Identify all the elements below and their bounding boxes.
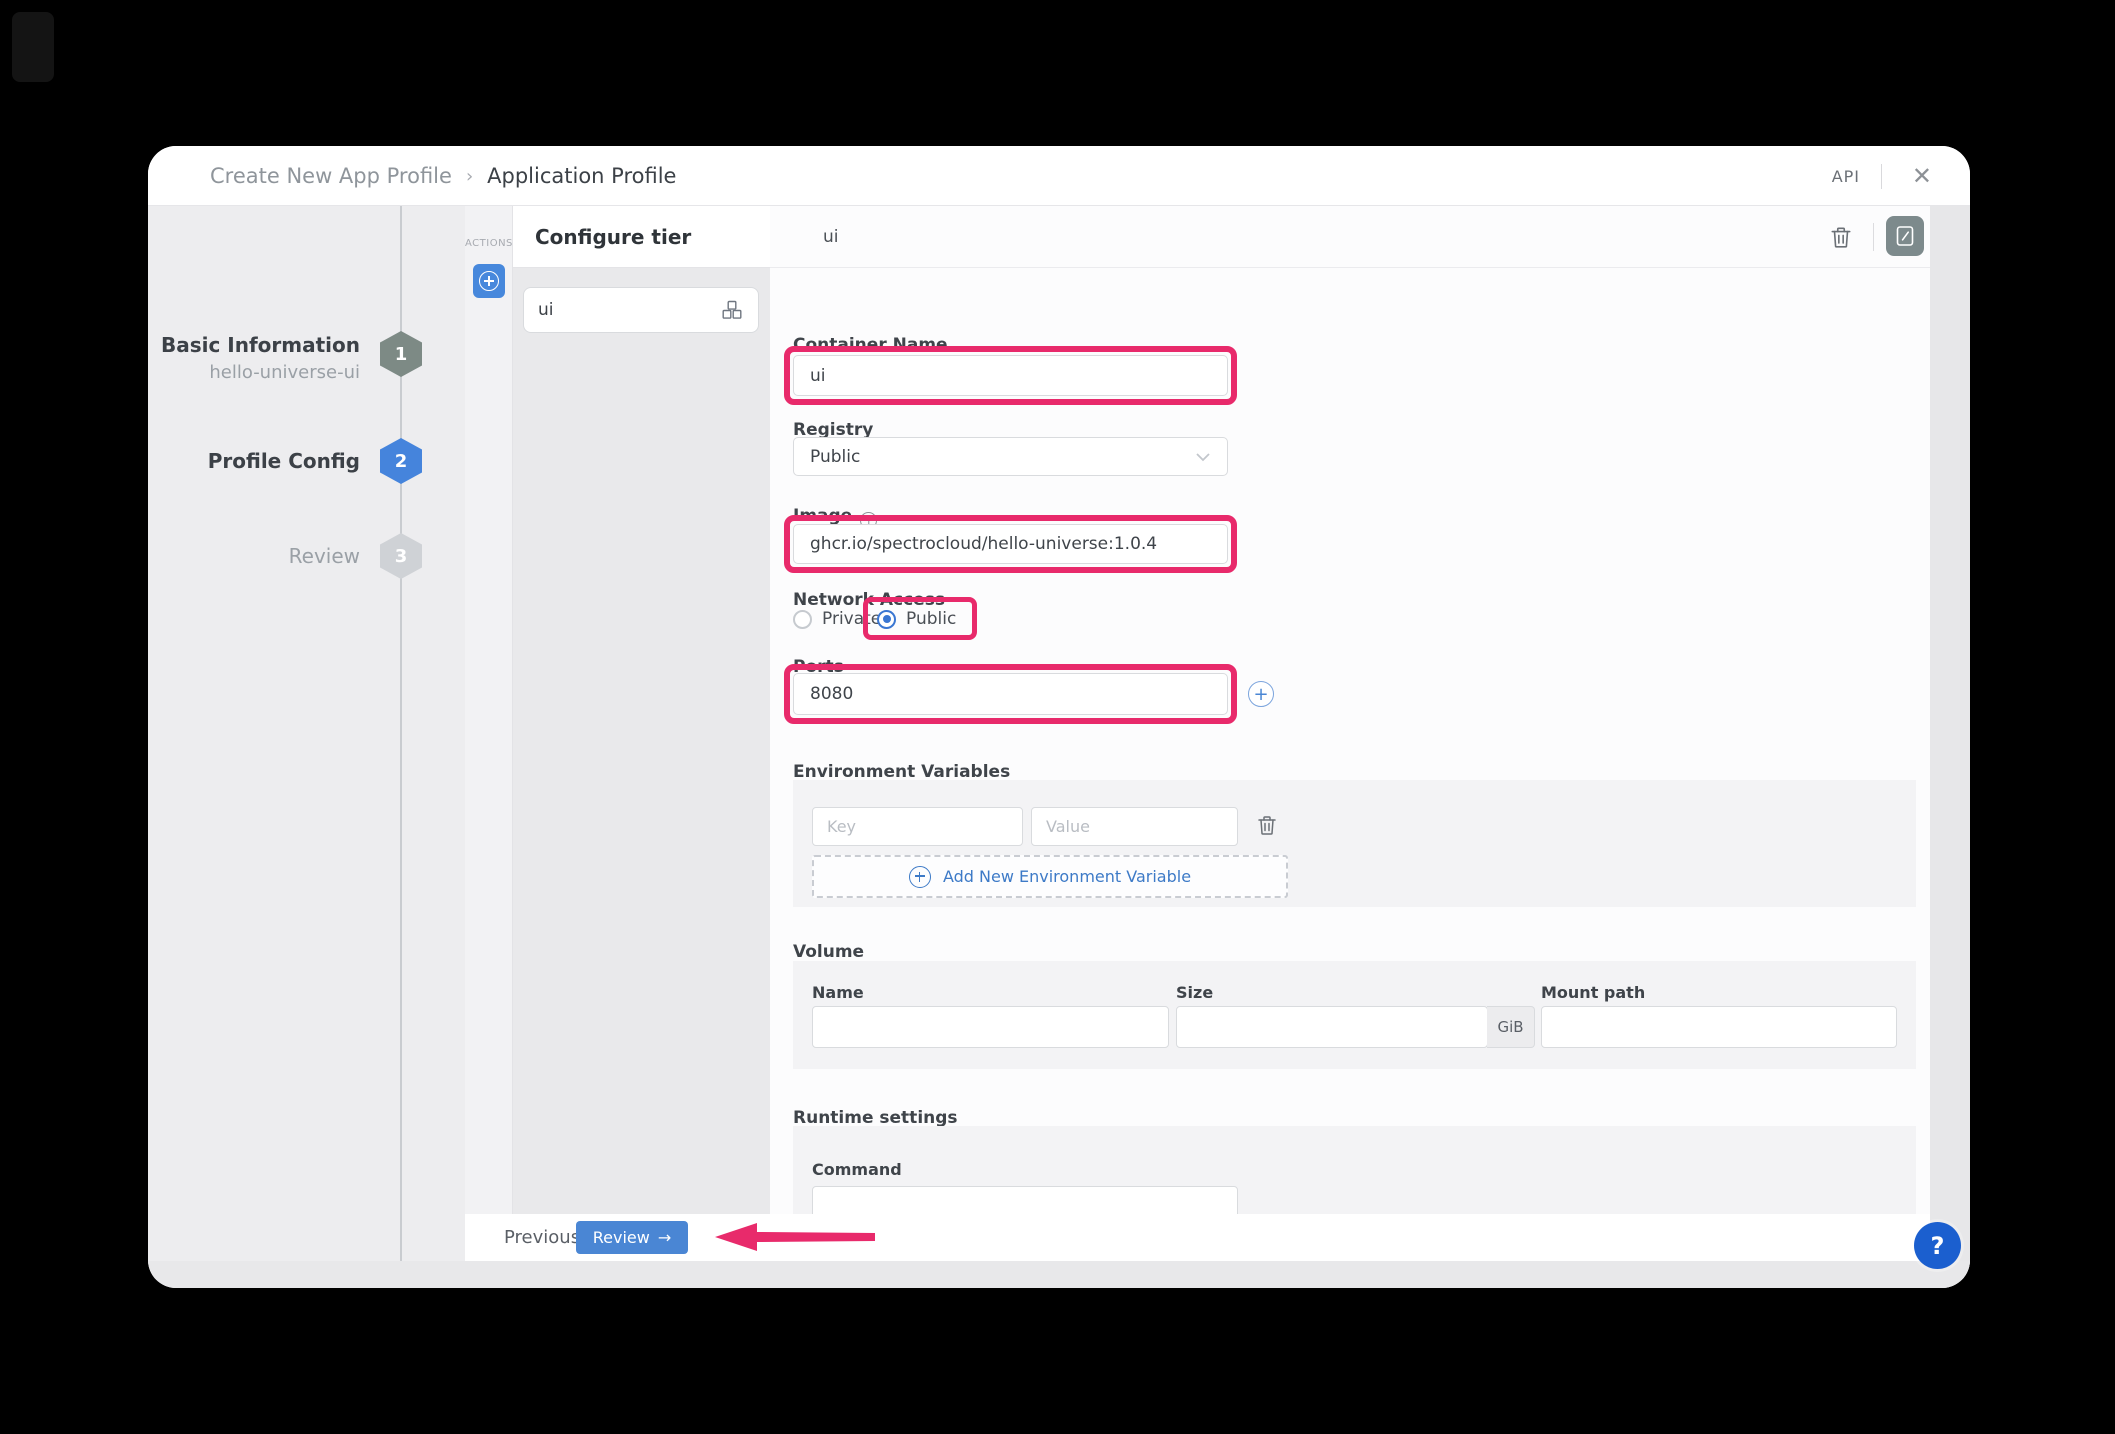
breadcrumb: Create New App Profile › Application Pro… [210,146,676,206]
chevron-down-icon [1195,452,1211,462]
modal-header: Create New App Profile › Application Pro… [148,146,1970,206]
ports-input[interactable] [793,673,1228,715]
mount-path-label: Mount path [1541,983,1645,1002]
step-badge-2[interactable]: 2 [380,438,422,484]
review-button-label: Review [593,1228,650,1247]
volume-name-field-wrap [812,1006,1169,1048]
breadcrumb-parent[interactable]: Create New App Profile [210,164,452,188]
env-key-input[interactable] [813,808,1022,845]
step-sublabel: hello-universe-ui [148,362,360,383]
actions-label: ACTIONS [465,238,512,249]
review-button[interactable]: Review → [576,1221,688,1254]
delete-tier-button[interactable] [1828,224,1854,250]
annotation-highlight-container-name [784,346,1237,405]
registry-selected-value: Public [810,447,860,467]
form-tier-title: ui [823,206,839,268]
volume-section: Name Size GiB Mount path [793,961,1916,1069]
tier-panel-title: Configure tier [513,206,770,268]
wizard-step-basic-information[interactable]: Basic Information hello-universe-ui [148,333,360,383]
form-header: ui [770,206,1930,268]
radio-icon-private [793,610,812,629]
previous-button[interactable]: Previous [504,1214,580,1261]
tier-item-ui[interactable]: ui [523,287,759,333]
api-button[interactable]: API [1832,146,1860,206]
volume-size-label: Size [1176,983,1213,1002]
env-value-field-wrap [1031,807,1238,846]
delete-env-var-button[interactable] [1255,813,1279,837]
step-badge-3[interactable]: 3 [380,533,422,579]
radio-public-label: Public [906,609,956,629]
form-header-divider [1873,223,1874,251]
cubes-icon [720,298,744,322]
volume-name-input[interactable] [813,1007,1168,1047]
runtime-section: Command [793,1126,1916,1214]
header-divider [1881,164,1882,189]
annotation-highlight-image [784,515,1237,573]
runtime-settings-label: Runtime settings [793,1108,958,1128]
annotation-highlight-ports [784,664,1237,724]
wizard-sidebar: Basic Information hello-universe-ui 1 Pr… [148,206,465,1261]
step-label: Basic Information [148,333,360,357]
command-field-wrap [812,1186,1238,1214]
wizard-step-profile-config[interactable]: Profile Config [148,449,360,473]
breadcrumb-separator: › [466,166,473,187]
volume-label: Volume [793,942,864,962]
plus-icon [479,271,499,291]
background-artifact [12,12,54,82]
form-scroll-area[interactable]: Container Name Registry Public [770,268,1930,1214]
tier-item-name: ui [538,300,554,320]
help-button[interactable]: ? [1914,1222,1961,1269]
step-label: Profile Config [148,449,360,473]
tier-panel: Configure tier ui [513,206,770,1214]
mount-path-field-wrap [1541,1006,1897,1048]
add-env-var-label: Add New Environment Variable [943,867,1191,886]
wizard-step-review[interactable]: Review [148,544,360,568]
form-footer: Previous Review → [465,1214,1930,1261]
volume-size-input[interactable] [1177,1007,1487,1047]
breadcrumb-current: Application Profile [487,164,676,188]
close-icon[interactable]: ✕ [1912,146,1932,206]
trash-icon [1255,813,1279,837]
volume-name-label: Name [812,983,864,1002]
radio-icon-public-selected [877,610,896,629]
env-value-input[interactable] [1032,808,1237,845]
add-port-button[interactable]: + [1248,681,1274,707]
registry-select[interactable]: Public [793,437,1228,476]
document-edit-icon [1894,224,1916,248]
editor-mode-button[interactable] [1886,216,1924,256]
size-unit-suffix: GiB [1487,1006,1535,1048]
create-app-profile-modal: Create New App Profile › Application Pro… [148,146,1970,1288]
trash-icon [1828,224,1854,250]
command-input[interactable] [813,1187,1237,1214]
annotation-arrow [715,1222,875,1252]
radio-public[interactable]: Public [877,609,956,629]
arrow-right-icon: → [658,1228,671,1247]
volume-size-field-wrap [1176,1006,1488,1048]
scroll-track[interactable] [1930,206,1970,1288]
modal-bottom-strip [148,1261,1970,1288]
image-input[interactable] [793,524,1228,564]
env-key-field-wrap [812,807,1023,846]
add-tier-button[interactable] [473,264,505,298]
tier-config-form: ui [770,206,1930,1214]
env-vars-label: Environment Variables [793,762,1010,782]
step-badge-1[interactable]: 1 [380,331,422,377]
plus-circle-icon [909,866,931,888]
step-label: Review [148,544,360,568]
container-name-input[interactable] [793,355,1228,396]
actions-column: ACTIONS [465,206,513,1214]
command-label: Command [812,1160,902,1179]
env-vars-section: Add New Environment Variable [793,780,1916,907]
add-env-var-button[interactable]: Add New Environment Variable [812,855,1288,898]
mount-path-input[interactable] [1542,1007,1896,1047]
page-background: Create New App Profile › Application Pro… [0,0,2115,1434]
